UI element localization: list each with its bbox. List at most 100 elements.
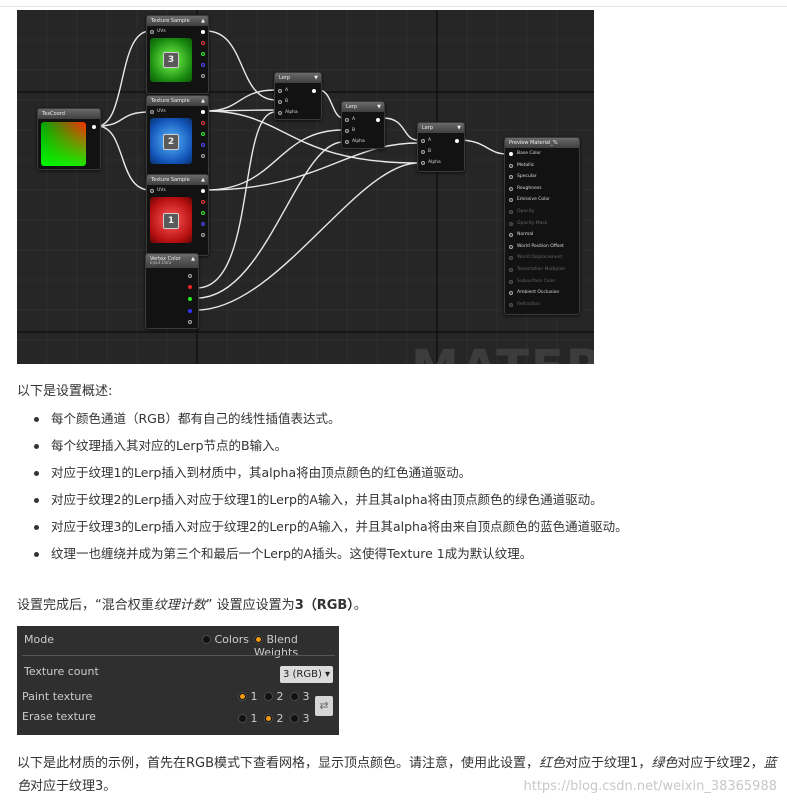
preview-material-node[interactable]: Preview Material_% Base Color Metallic Spe… (504, 137, 580, 315)
node-title: Lerp (279, 75, 291, 81)
b-pin[interactable] (201, 222, 205, 226)
b-input-pin[interactable] (421, 150, 425, 154)
radio-icon[interactable] (238, 714, 247, 723)
vertex-color-node[interactable]: Vertex Color ▲ Input Data (145, 253, 199, 329)
radio-icon[interactable] (290, 692, 299, 701)
collapse-arrow-icon[interactable]: ▲ (201, 175, 205, 185)
material-input-pin[interactable] (509, 244, 513, 249)
r-pin[interactable] (201, 41, 205, 45)
g-pin[interactable] (201, 52, 205, 56)
mode-colors-radio[interactable]: Colors (202, 633, 249, 646)
list-item: 对应于纹理2的Lerp插入对应于纹理1的Lerp的A输入，并且其alpha将由顶… (17, 491, 777, 518)
list-item: 对应于纹理3的Lerp插入对应于纹理2的Lerp的A输入，并且其alpha将由来… (17, 518, 777, 545)
texture-sample-1-node[interactable]: Texture Sample ▲ UVs 1 (146, 174, 209, 256)
paint-texture-options[interactable]: 1 2 3 (238, 690, 310, 703)
a-label: A (285, 88, 289, 93)
uvs-pin[interactable] (150, 30, 154, 34)
dropdown-value: 3 (RGB) (282, 669, 322, 680)
collapse-arrow-icon[interactable]: ▲ (201, 16, 205, 26)
alpha-input-pin[interactable] (345, 140, 349, 144)
b-input-pin[interactable] (278, 100, 282, 104)
material-input-pin[interactable] (509, 291, 513, 296)
collapse-arrow-icon[interactable]: ▲ (201, 96, 205, 106)
uvs-label: UVs (157, 109, 166, 114)
g-pin[interactable] (201, 211, 205, 215)
g-pin[interactable] (188, 297, 192, 301)
site-watermark: https://blog.csdn.net/weixin_38365988 (523, 779, 777, 794)
material-input-pin[interactable] (509, 233, 513, 238)
example-green: 绿色 (651, 756, 678, 771)
material-graph[interactable]: TexCoord Texture Sample ▲ UVs 3 Texture S… (17, 10, 594, 364)
alpha-input-pin[interactable] (278, 111, 282, 115)
setting-prefix: 设置完成后， (17, 598, 96, 613)
b-pin[interactable] (201, 143, 205, 147)
radio-icon[interactable] (264, 714, 273, 723)
radio-icon[interactable] (290, 714, 299, 723)
rgb-pin[interactable] (201, 110, 205, 114)
radio-icon[interactable] (254, 635, 263, 644)
rgb-pin[interactable] (201, 30, 205, 34)
material-input-pin[interactable] (509, 302, 513, 307)
radio-label: Colors (214, 633, 249, 646)
material-input-pin[interactable] (509, 256, 513, 261)
material-input-label: Subsurface Color (517, 278, 556, 284)
example-part: 对应于纹理3。 (30, 779, 117, 794)
b-pin[interactable] (201, 63, 205, 67)
texture-count-dropdown[interactable]: 3 (RGB) ▾ (280, 666, 333, 683)
material-input-pin[interactable] (509, 186, 513, 191)
material-input-pin[interactable] (509, 163, 513, 168)
rgb-pin[interactable] (188, 274, 192, 278)
r-pin[interactable] (188, 285, 192, 289)
material-input-pin[interactable] (509, 210, 513, 214)
radio-icon[interactable] (238, 692, 247, 701)
collapse-arrow-icon[interactable]: ▲ (191, 254, 195, 264)
material-input-pin[interactable] (509, 152, 513, 156)
material-input-pin[interactable] (509, 221, 513, 226)
a-pin[interactable] (201, 233, 205, 237)
top-divider (0, 6, 787, 7)
collapse-arrow-icon[interactable]: ▼ (377, 102, 381, 112)
material-input-pin[interactable] (509, 268, 513, 272)
alpha-input-pin[interactable] (421, 161, 425, 165)
texture-sample-3-node[interactable]: Texture Sample ▲ UVs 3 (146, 15, 209, 94)
erase-texture-options[interactable]: 1 2 3 (238, 712, 310, 725)
collapse-arrow-icon[interactable]: ▼ (457, 123, 461, 133)
b-pin[interactable] (188, 309, 192, 313)
output-pin[interactable] (92, 125, 96, 129)
r-pin[interactable] (201, 121, 205, 125)
material-input-pin[interactable] (509, 198, 513, 203)
radio-icon[interactable] (264, 692, 273, 701)
lerp-node-2[interactable]: Lerp ▼ A B Alpha (341, 101, 385, 149)
a-input-pin[interactable] (421, 139, 425, 143)
texture-sample-2-node[interactable]: Texture Sample ▲ UVs 2 (146, 95, 209, 177)
a-pin[interactable] (188, 320, 192, 324)
alpha-label: Alpha (428, 160, 441, 165)
a-pin[interactable] (201, 154, 205, 158)
swap-icon: ⇄ (319, 699, 329, 712)
collapse-arrow-icon[interactable]: ▼ (314, 73, 318, 83)
rgb-pin[interactable] (201, 189, 205, 193)
material-input-label: Opacity (517, 209, 535, 214)
output-pin[interactable] (376, 118, 380, 122)
lerp-node-1[interactable]: Lerp ▼ A B Alpha (274, 72, 322, 120)
a-input-pin[interactable] (345, 118, 349, 122)
setting-value: 3（RGB） (294, 598, 354, 613)
r-pin[interactable] (201, 200, 205, 204)
a-input-pin[interactable] (278, 89, 282, 93)
output-pin[interactable] (455, 139, 459, 143)
texcoord-node[interactable]: TexCoord (37, 108, 101, 170)
swap-brush-button[interactable]: ⇄ (315, 696, 333, 716)
b-input-pin[interactable] (345, 129, 349, 133)
output-pin[interactable] (312, 89, 316, 93)
b-label: B (352, 128, 356, 133)
uvs-pin[interactable] (150, 189, 154, 193)
material-input-pin[interactable] (509, 175, 513, 180)
number-1-tile: 1 (163, 213, 179, 229)
a-pin[interactable] (201, 74, 205, 78)
lerp-node-3[interactable]: Lerp ▼ A B Alpha (417, 122, 465, 172)
g-pin[interactable] (201, 132, 205, 136)
radio-label: 1 (250, 712, 258, 725)
radio-icon[interactable] (202, 635, 211, 644)
material-input-pin[interactable] (509, 279, 513, 284)
uvs-pin[interactable] (150, 110, 154, 114)
